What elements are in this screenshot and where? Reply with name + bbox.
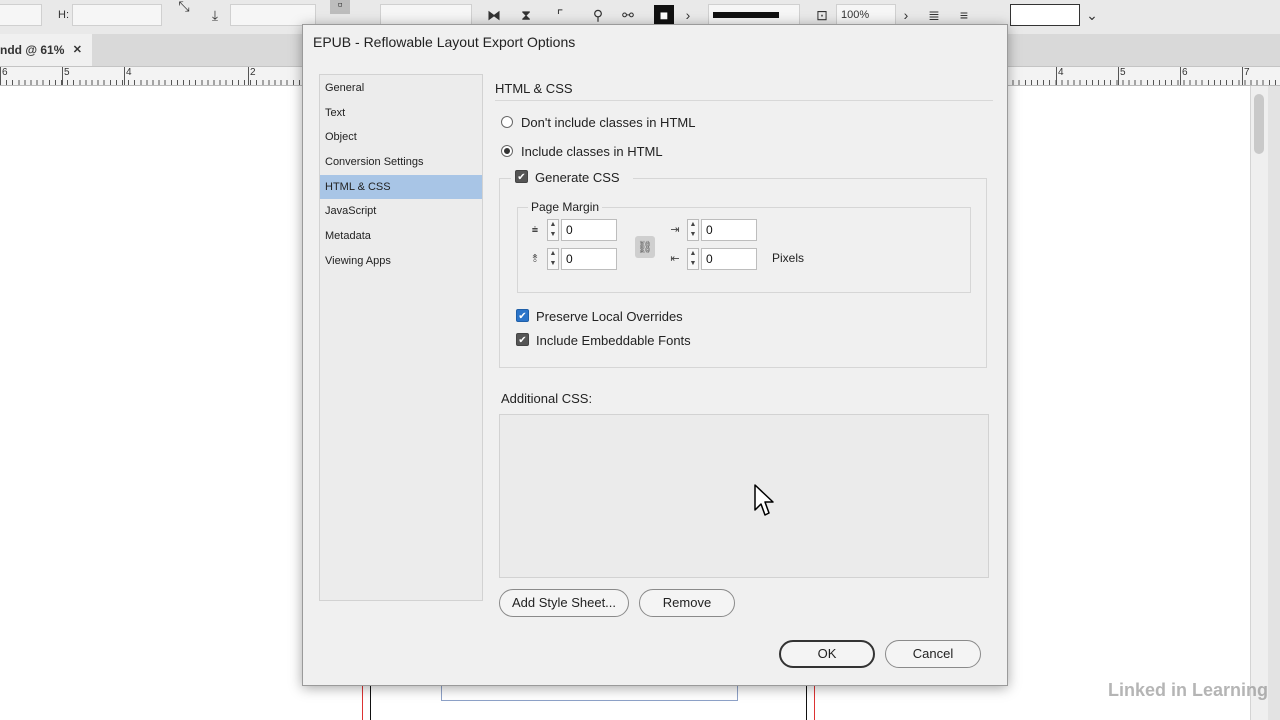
stroke-weight-dropdown[interactable]: [708, 4, 800, 26]
reference-point-icon[interactable]: ⌜: [550, 5, 570, 25]
section-divider: [495, 100, 993, 101]
margin-top-stepper[interactable]: ▲ ▼: [547, 219, 559, 241]
nav-item-viewing-apps[interactable]: Viewing Apps: [320, 249, 482, 273]
margin-top-input[interactable]: 0: [561, 219, 617, 241]
document-tab-label: ndd @ 61%: [0, 43, 65, 57]
epub-export-dialog: EPUB - Reflowable Layout Export Options …: [302, 24, 1008, 686]
linkedin-learning-watermark: Linked in Learning: [1108, 680, 1269, 700]
mouse-pointer-icon: [754, 484, 774, 516]
preserve-overrides-label[interactable]: Preserve Local Overrides: [536, 309, 683, 324]
scroll-thumb[interactable]: [1254, 94, 1264, 154]
category-list: General Text Object Conversion Settings …: [319, 74, 483, 601]
include-classes-radio[interactable]: [501, 145, 513, 157]
height-field[interactable]: [72, 4, 162, 26]
dialog-title: EPUB - Reflowable Layout Export Options: [313, 34, 576, 50]
margin-left-icon: ⇥: [670, 224, 680, 236]
page-margin-legend: Page Margin: [528, 200, 603, 214]
embed-fonts-checkbox[interactable]: ✔: [516, 333, 529, 346]
flip-vertical-icon[interactable]: ⧗: [516, 5, 536, 25]
wrap-around-icon[interactable]: ≡: [954, 5, 974, 25]
link-margins-icon[interactable]: ⛓: [635, 236, 655, 258]
transform-icon[interactable]: ⤡: [174, 0, 194, 16]
ok-button[interactable]: OK: [779, 640, 875, 668]
generate-css-checkbox[interactable]: ✔: [515, 170, 528, 183]
nav-item-html-css[interactable]: HTML & CSS: [320, 175, 482, 199]
ruler-label: 5: [1118, 67, 1126, 85]
additional-css-list[interactable]: [499, 414, 989, 578]
nav-item-text[interactable]: Text: [320, 101, 482, 125]
page-edge-left: [370, 686, 371, 720]
page-margin-guide: [362, 686, 363, 720]
zoom-field[interactable]: 100%: [836, 4, 896, 26]
opacity-icon[interactable]: ⊡: [812, 5, 832, 25]
nav-item-conversion-settings[interactable]: Conversion Settings: [320, 150, 482, 174]
fill-swatch-icon[interactable]: ■: [654, 5, 674, 25]
rotation-field[interactable]: [230, 4, 316, 26]
height-label: H:: [58, 9, 69, 21]
cancel-button[interactable]: Cancel: [885, 640, 981, 668]
ruler-label: 4: [1056, 67, 1064, 85]
margin-units-label: Pixels: [772, 251, 805, 265]
include-classes-label[interactable]: Include classes in HTML: [521, 144, 663, 159]
wrap-icon[interactable]: ≣: [924, 5, 944, 25]
link-icon[interactable]: ▫: [330, 0, 350, 14]
margin-bottom-stepper[interactable]: ▲ ▼: [547, 248, 559, 270]
ruler-label: 5: [62, 67, 70, 85]
width-field[interactable]: [0, 4, 42, 26]
chevron-right-icon-2[interactable]: ›: [896, 5, 916, 25]
remove-button[interactable]: Remove: [639, 589, 735, 617]
margin-right-input[interactable]: 0: [701, 248, 757, 270]
style-field[interactable]: [1010, 4, 1080, 26]
preserve-overrides-checkbox[interactable]: ✔: [516, 309, 529, 322]
align-bottom-icon[interactable]: ⤓: [205, 5, 225, 25]
margin-bottom-icon: ⥉: [532, 253, 538, 265]
vertical-scrollbar[interactable]: [1250, 86, 1269, 720]
chevron-down-icon[interactable]: ⌄: [1082, 5, 1102, 25]
nav-item-general[interactable]: General: [320, 76, 482, 100]
nav-item-object[interactable]: Object: [320, 125, 482, 149]
embed-fonts-label[interactable]: Include Embeddable Fonts: [536, 333, 691, 348]
add-style-sheet-button[interactable]: Add Style Sheet...: [499, 589, 629, 617]
ruler-label: 4: [124, 67, 132, 85]
select-content-icon[interactable]: ⚯: [618, 5, 638, 25]
generate-css-label[interactable]: Generate CSS: [535, 170, 620, 185]
text-frame[interactable]: [441, 686, 738, 701]
section-title: HTML & CSS: [495, 81, 573, 96]
page-margin-guide-right: [814, 686, 815, 720]
shear-field[interactable]: [380, 4, 472, 26]
margin-right-icon: ⇤: [670, 253, 680, 265]
ruler-label: 6: [1180, 67, 1188, 85]
ruler-label: 7: [1242, 67, 1250, 85]
flip-horizontal-icon[interactable]: ⧓: [484, 5, 504, 25]
document-tab[interactable]: ndd @ 61% ✕: [0, 34, 92, 66]
margin-left-stepper[interactable]: ▲ ▼: [687, 219, 699, 241]
select-container-icon[interactable]: ⚲: [588, 5, 608, 25]
margin-top-icon: ⩧: [531, 224, 539, 236]
nav-item-metadata[interactable]: Metadata: [320, 224, 482, 248]
additional-css-label: Additional CSS:: [501, 391, 593, 406]
ruler-label: 6: [0, 67, 8, 85]
margin-left-input[interactable]: 0: [701, 219, 757, 241]
nav-item-javascript[interactable]: JavaScript: [320, 199, 482, 223]
chevron-right-icon[interactable]: ›: [678, 5, 698, 25]
panel-strip: [1268, 86, 1280, 720]
no-classes-radio[interactable]: [501, 116, 513, 128]
no-classes-label[interactable]: Don't include classes in HTML: [521, 115, 695, 130]
margin-right-stepper[interactable]: ▲ ▼: [687, 248, 699, 270]
margin-bottom-input[interactable]: 0: [561, 248, 617, 270]
page-edge-right: [806, 686, 807, 720]
ruler-label: 2: [248, 67, 256, 85]
close-icon[interactable]: ✕: [73, 34, 82, 66]
